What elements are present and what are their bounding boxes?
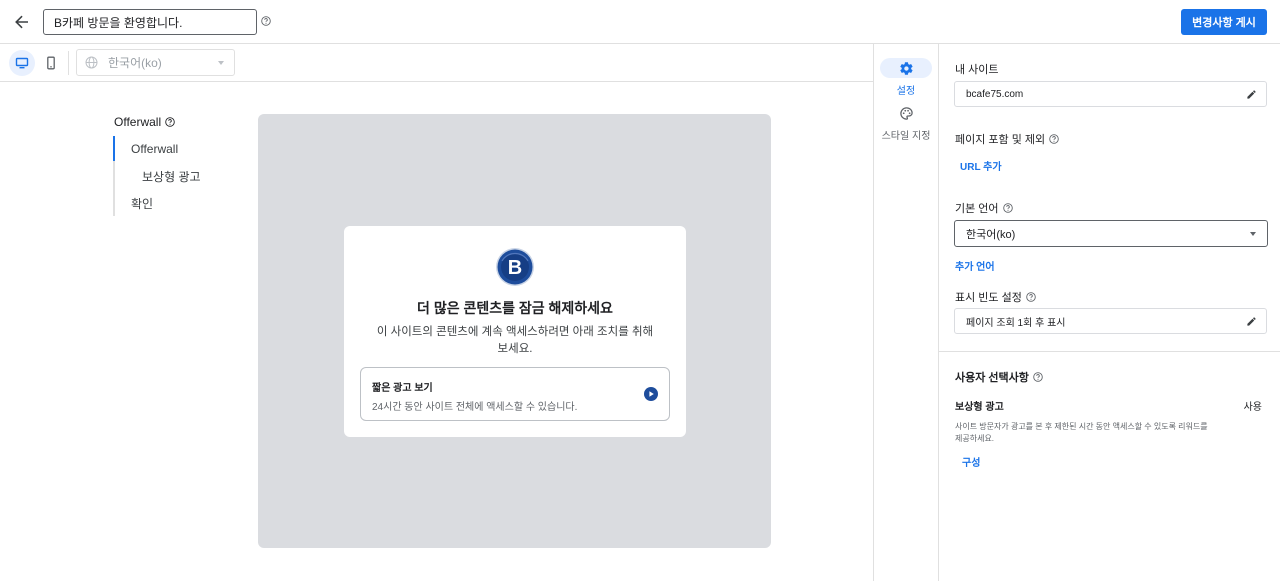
add-language-link[interactable]: 추가 언어 [955,258,995,273]
play-icon [644,387,658,401]
tab-style-label: 스타일 지정 [881,131,931,142]
palette-icon [899,106,913,120]
back-button[interactable] [10,10,34,34]
default-language-select[interactable]: 한국어(ko) [954,220,1268,247]
svg-text:B: B [508,257,522,279]
offerwall-preview: B 더 많은 콘텐츠를 잠금 해제하세요 이 사이트의 콘텐츠에 계속 액세스하… [258,114,771,548]
mobile-view-button[interactable] [38,50,64,76]
preview-language-value: 한국어(ko) [108,56,162,70]
publish-button[interactable]: 변경사항 게시 [1181,9,1267,35]
rewarded-ad-status: 사용 [1243,402,1262,413]
help-icon[interactable] [1002,203,1013,213]
rewarded-ad-description: 사이트 방문자가 광고를 본 후 제한된 시간 동안 액세스할 수 있도록 리워… [955,422,1208,443]
nav-active-indicator [113,136,115,161]
my-site-value: bcafe75.com [966,88,1024,100]
frequency-field[interactable]: 페이지 조회 1회 후 표시 [954,308,1267,334]
frequency-value: 페이지 조회 1회 후 표시 [966,317,1066,329]
offerwall-card: B 더 많은 콘텐츠를 잠금 해제하세요 이 사이트의 콘텐츠에 계속 액세스하… [344,226,686,437]
nav-item-confirm[interactable]: 확인 [131,195,153,212]
site-logo: B [496,248,534,286]
gear-icon [899,61,913,75]
user-choice-title-text: 사용자 선택사항 [955,372,1029,384]
configure-link[interactable]: 구성 [962,454,980,469]
mobile-icon [47,56,55,70]
help-icon[interactable] [1049,134,1059,144]
default-language-value: 한국어(ko) [966,228,1016,241]
desktop-view-button[interactable] [9,50,35,76]
help-icon[interactable] [165,117,175,127]
my-site-label-text: 내 사이트 [955,64,999,76]
tab-settings-label: 설정 [896,86,916,97]
chevron-down-icon [1250,232,1256,236]
help-icon[interactable] [1026,292,1036,302]
offerwall-card-title: 더 많은 콘텐츠를 잠금 해제하세요 [417,300,613,316]
help-icon[interactable] [1033,372,1043,382]
section-divider [939,351,1280,352]
arrow-back-icon [15,15,28,29]
my-site-field[interactable]: bcafe75.com [954,81,1267,107]
tab-style[interactable]: 스타일 지정 [874,103,938,142]
pages-label: 페이지 포함 및 제외 [955,131,1059,147]
preview-language-select[interactable]: 한국어(ko) [76,49,235,76]
offerwall-title-input[interactable] [43,9,257,35]
nav-item-offerwall[interactable]: Offerwall [131,142,178,156]
top-bar: 변경사항 게시 [0,0,1280,44]
pencil-icon[interactable] [1246,89,1257,100]
watch-ad-option[interactable]: 짧은 광고 보기 24시간 동안 사이트 전체에 액세스할 수 있습니다. [360,367,670,421]
help-icon[interactable] [261,16,271,26]
globe-icon [85,56,98,69]
offerwall-card-description: 이 사이트의 콘텐츠에 계속 액세스하려면 아래 조치를 취해 보세요. [376,326,654,355]
pencil-icon[interactable] [1246,316,1257,327]
nav-title: Offerwall [114,115,175,129]
nav-item-rewarded-ad[interactable]: 보상형 광고 [142,168,201,185]
default-language-label-text: 기본 언어 [955,203,999,215]
frequency-label: 표시 빈도 설정 [955,289,1036,305]
my-site-label: 내 사이트 [955,61,999,77]
tab-settings[interactable]: 설정 [874,58,938,97]
chevron-down-icon [218,61,224,65]
watch-ad-option-description: 24시간 동안 사이트 전체에 액세스할 수 있습니다. [372,402,578,413]
add-url-link[interactable]: URL 추가 [960,158,1002,173]
pages-label-text: 페이지 포함 및 제외 [955,134,1046,146]
default-language-label: 기본 언어 [955,200,1013,216]
watch-ad-option-title: 짧은 광고 보기 [372,383,433,394]
toolbar-divider [68,51,69,75]
desktop-icon [15,57,29,69]
frequency-label-text: 표시 빈도 설정 [955,292,1022,304]
user-choice-title: 사용자 선택사항 [955,369,1043,385]
preview-toolbar: 한국어(ko) [0,44,873,82]
nav-title-label: Offerwall [114,115,162,129]
panel-divider [938,44,939,581]
rewarded-ad-title: 보상형 광고 [955,402,1004,413]
